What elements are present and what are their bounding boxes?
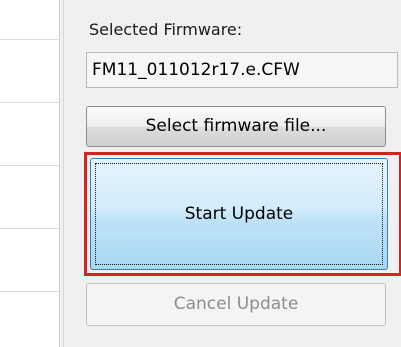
start-update-button[interactable]: Start Update	[90, 158, 388, 270]
select-firmware-file-button[interactable]: Select firmware file...	[86, 106, 386, 147]
pane-divider	[59, 0, 60, 347]
list-row-divider	[0, 165, 59, 166]
left-list-pane	[0, 0, 59, 347]
list-row-divider	[0, 39, 59, 40]
list-row-divider	[0, 102, 59, 103]
list-row-divider	[0, 228, 59, 229]
list-row-divider	[0, 291, 59, 292]
selected-firmware-field[interactable]: FM11_011012r17.e.CFW	[86, 52, 398, 88]
selected-firmware-label: Selected Firmware:	[89, 20, 243, 39]
start-update-label: Start Update	[184, 204, 294, 224]
cancel-update-button[interactable]: Cancel Update	[86, 283, 386, 326]
pane-divider-inner	[63, 0, 64, 347]
